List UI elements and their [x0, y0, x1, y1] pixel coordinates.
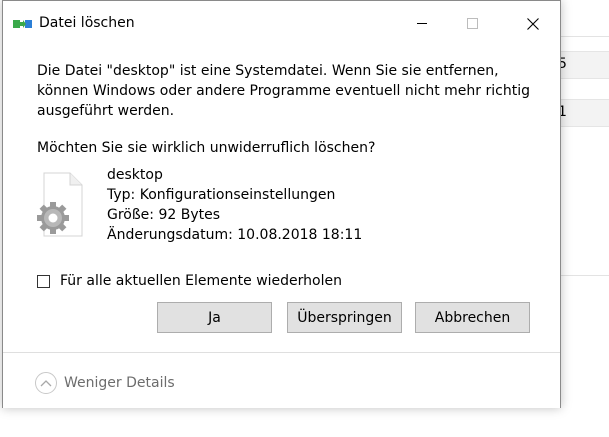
confirmation-question: Möchten Sie sie wirklich unwiderruflich … — [37, 140, 376, 156]
close-button[interactable] — [510, 1, 556, 46]
minimize-button[interactable] — [400, 1, 446, 46]
move-file-icon — [13, 17, 33, 31]
file-type: Typ: Konfigurationseinstellungen — [107, 187, 336, 203]
chevron-up-icon[interactable] — [35, 372, 57, 394]
settings-file-icon — [36, 172, 86, 238]
dialog-title: Datei löschen — [39, 15, 135, 31]
cancel-button[interactable]: Abbrechen — [415, 302, 530, 333]
skip-button[interactable]: Überspringen — [287, 302, 402, 333]
delete-file-dialog: Datei löschen Die Datei "desktop" ist ei… — [2, 0, 561, 408]
maximize-button[interactable] — [450, 1, 496, 46]
file-name: desktop — [107, 167, 163, 183]
repeat-for-all-checkbox[interactable] — [37, 274, 50, 288]
repeat-for-all-row[interactable]: Für alle aktuellen Elemente wiederholen — [37, 273, 342, 289]
file-modified-date: Änderungsdatum: 10.08.2018 18:11 — [107, 227, 363, 243]
yes-button[interactable]: Ja — [157, 302, 272, 333]
title-bar[interactable]: Datei löschen — [3, 1, 560, 46]
repeat-for-all-label[interactable]: Für alle aktuellen Elemente wiederholen — [60, 273, 342, 289]
file-details: desktop Typ: Konfigurationseinstellungen… — [107, 165, 362, 245]
maximize-icon — [467, 17, 478, 29]
fewer-details-label[interactable]: Weniger Details — [64, 375, 175, 391]
close-icon — [527, 17, 539, 30]
minimize-icon — [417, 22, 427, 24]
dialog-footer: Weniger Details — [3, 352, 560, 408]
warning-message: Die Datei "desktop" ist eine Systemdatei… — [37, 63, 530, 119]
fewer-details-toggle[interactable]: Weniger Details — [35, 372, 175, 394]
file-size: Größe: 92 Bytes — [107, 207, 221, 223]
